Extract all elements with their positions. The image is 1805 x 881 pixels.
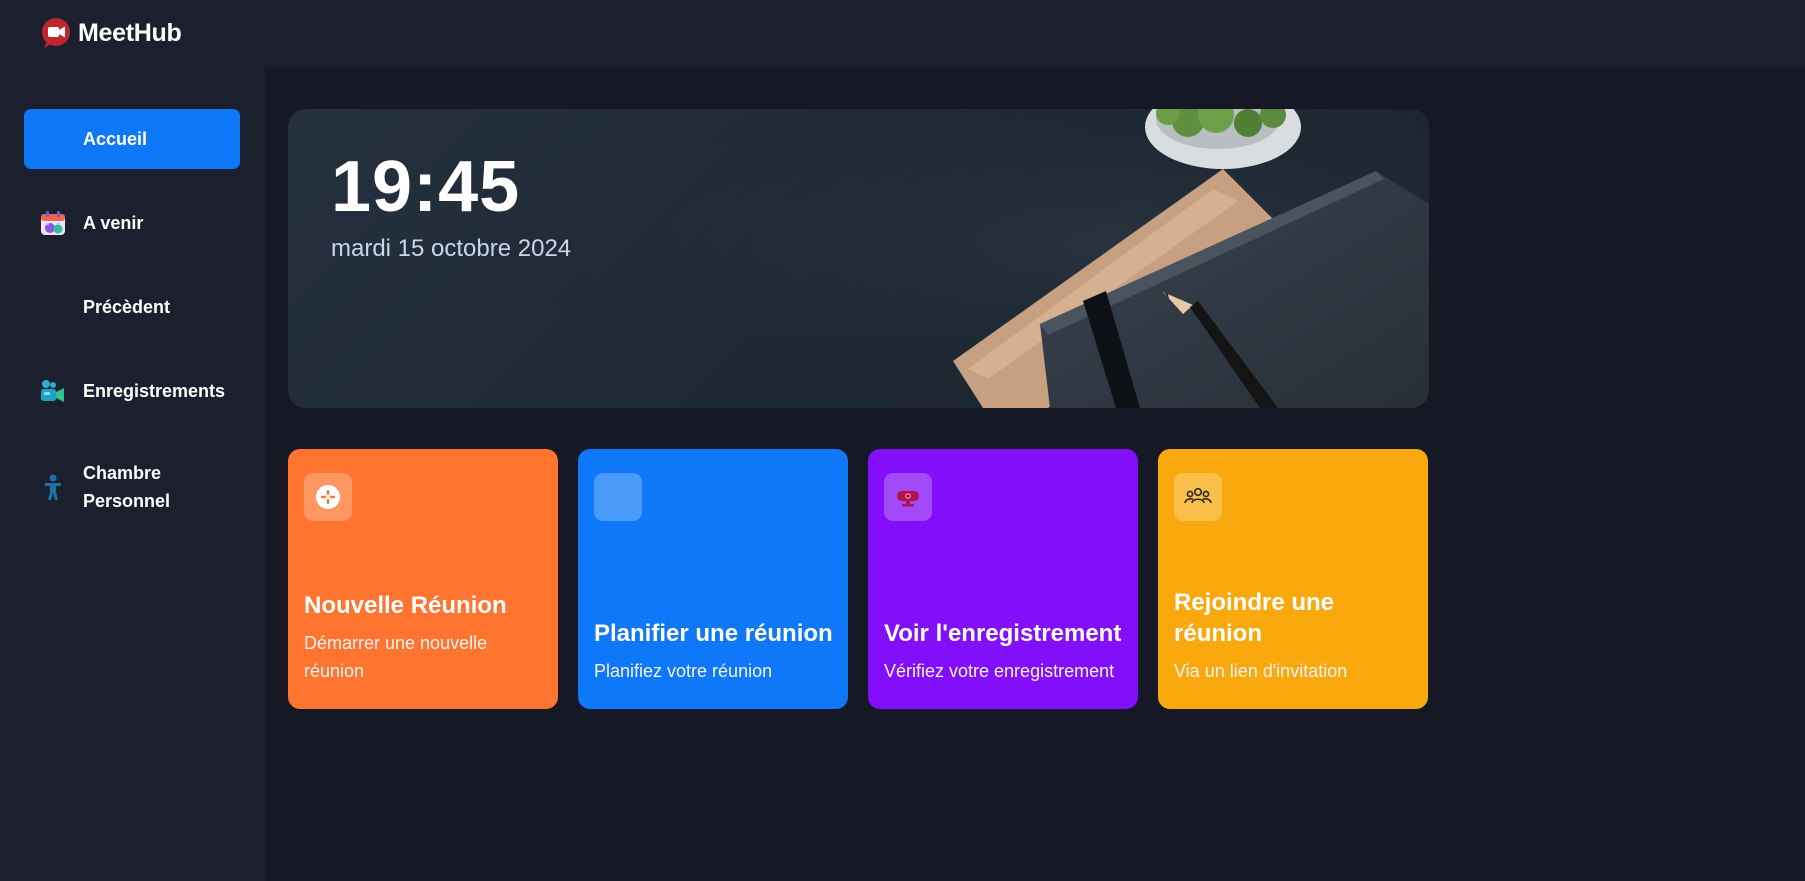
new-meeting-card[interactable]: Nouvelle Réunion Démarrer une nouvelle r… xyxy=(288,449,558,709)
sidebar-item-precedent[interactable]: Précèdent xyxy=(24,277,240,337)
sidebar-item-label: Enregistrements xyxy=(83,381,226,401)
calendar-schedule-icon xyxy=(594,473,642,521)
sidebar-item-accueil[interactable]: Accueil xyxy=(24,109,240,169)
card-title: Nouvelle Réunion xyxy=(304,592,507,619)
card-title: Voir l'enregistrement xyxy=(884,620,1122,647)
current-time: 19:45 xyxy=(331,147,521,227)
card-title: Planifier une réunion xyxy=(594,620,833,647)
sidebar-item-a-venir[interactable]: A venir xyxy=(24,193,240,253)
join-meeting-card[interactable]: Rejoindre une réunion Via un lien d'invi… xyxy=(1158,449,1428,709)
current-date: mardi 15 octobre 2024 xyxy=(331,235,572,262)
sidebar-item-chambre-personnel[interactable]: Chambre Personnel xyxy=(24,445,240,529)
schedule-meeting-card[interactable]: Planifier une réunion Planifiez votre ré… xyxy=(578,449,848,709)
person-icon xyxy=(39,473,67,501)
sidebar: Accueil A venir Précèdent Enregistrement… xyxy=(0,68,265,881)
card-description: Vérifiez votre enregistrement xyxy=(884,661,1115,681)
hero-banner: 19:45 mardi 15 octobre 2024 xyxy=(288,109,1429,408)
top-bar: MeetHub xyxy=(0,0,1805,68)
webcam-icon xyxy=(884,473,932,521)
card-description: Via un lien d'invitation xyxy=(1174,661,1348,681)
sidebar-item-label: Chambre Personnel xyxy=(83,463,171,511)
app-logo[interactable]: MeetHub xyxy=(40,16,182,50)
sidebar-item-label: Précèdent xyxy=(83,297,171,317)
meethub-logo-icon xyxy=(42,18,70,48)
view-recording-card[interactable]: Voir l'enregistrement Vérifiez votre enr… xyxy=(868,449,1138,709)
card-title: Rejoindre une réunion xyxy=(1174,589,1335,647)
sidebar-item-label: A venir xyxy=(83,213,144,233)
app-name: MeetHub xyxy=(78,18,182,47)
card-description: Démarrer une nouvelle réunion xyxy=(304,633,488,681)
add-meeting-icon xyxy=(304,473,352,521)
sidebar-item-label: Accueil xyxy=(83,129,148,149)
history-icon xyxy=(39,293,67,321)
calendar-icon xyxy=(39,209,67,237)
video-recording-icon xyxy=(39,377,67,405)
card-description: Planifiez votre réunion xyxy=(594,661,773,681)
people-group-icon xyxy=(1174,473,1222,521)
sidebar-item-enregistrements[interactable]: Enregistrements xyxy=(24,361,240,421)
